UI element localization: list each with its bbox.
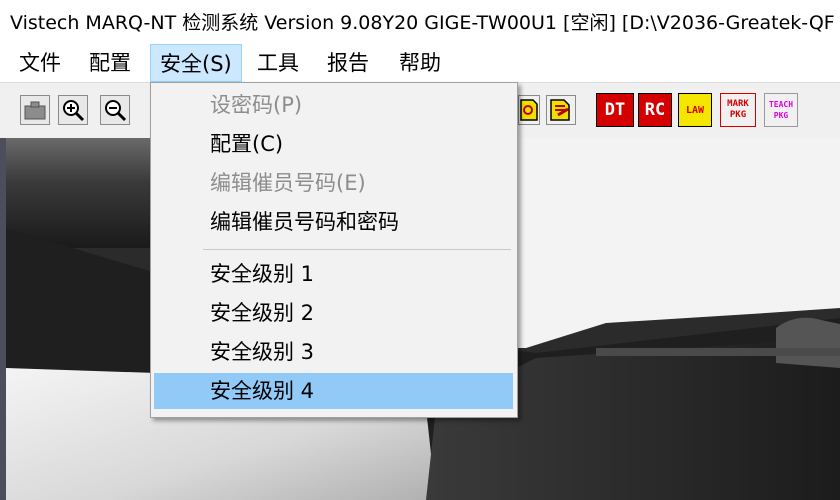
menu-file[interactable]: 文件 <box>10 44 70 82</box>
rc-button[interactable]: RC <box>638 93 672 127</box>
menu-item-edit-operator-id-password[interactable]: 编辑催员号码和密码 <box>154 204 513 240</box>
menu-bar: 文件 配置 安全(S) 工具 报告 帮助 <box>0 44 840 82</box>
teach-pkg-top-label: TEACH <box>768 100 794 109</box>
zoom-in-button[interactable] <box>58 95 88 125</box>
mark-pkg-button[interactable]: MARK PKG <box>720 93 756 127</box>
camera-icon <box>24 101 46 120</box>
menu-item-security-level-1[interactable]: 安全级别 1 <box>154 256 513 292</box>
menu-item-security-level-3[interactable]: 安全级别 3 <box>154 334 513 370</box>
camera-button[interactable] <box>20 95 50 125</box>
menu-report[interactable]: 报告 <box>318 44 378 82</box>
mark-pkg-top-label: MARK <box>727 99 749 109</box>
menu-item-set-password[interactable]: 设密码(P) <box>154 87 513 123</box>
menu-help[interactable]: 帮助 <box>390 44 450 82</box>
menu-config[interactable]: 配置 <box>80 44 140 82</box>
tool-icon-b-button[interactable] <box>546 95 576 125</box>
menu-tools[interactable]: 工具 <box>248 44 308 82</box>
tool-icon-a-button[interactable] <box>518 95 540 125</box>
window-title: Vistech MARQ-NT 检测系统 Version 9.08Y20 GIG… <box>10 12 835 34</box>
teach-pkg-bottom-label: PKG <box>773 111 789 120</box>
teach-pkg-button[interactable]: TEACH PKG <box>764 93 798 127</box>
document-icon <box>520 99 538 121</box>
menu-security[interactable]: 安全(S) <box>150 44 242 82</box>
security-dropdown-menu: 设密码(P) 配置(C) 编辑催员号码(E) 编辑催员号码和密码 安全级别 1 … <box>150 82 518 418</box>
menu-item-configure[interactable]: 配置(C) <box>154 126 513 162</box>
zoom-out-icon <box>105 100 127 122</box>
title-bar: Vistech MARQ-NT 检测系统 Version 9.08Y20 GIG… <box>0 0 840 44</box>
menu-separator <box>203 249 511 250</box>
edit-document-icon <box>550 99 570 121</box>
zoom-in-icon <box>63 100 85 122</box>
dt-button[interactable]: DT <box>596 93 634 127</box>
menu-item-edit-operator-id[interactable]: 编辑催员号码(E) <box>154 165 513 201</box>
menu-item-security-level-2[interactable]: 安全级别 2 <box>154 295 513 331</box>
mark-pkg-bottom-label: PKG <box>729 110 747 120</box>
zoom-out-button[interactable] <box>100 95 130 125</box>
law-button[interactable]: LAW <box>678 93 712 127</box>
menu-item-security-level-4[interactable]: 安全级别 4 <box>154 373 513 409</box>
